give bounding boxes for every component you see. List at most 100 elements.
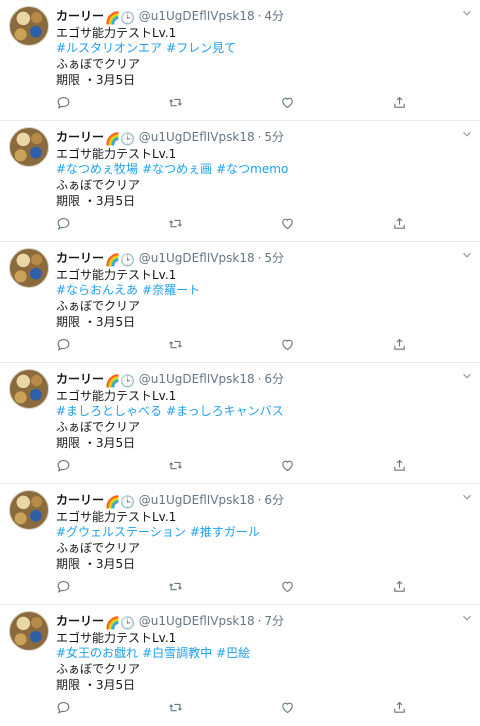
- reply-icon[interactable]: [56, 95, 72, 111]
- hashtag-link[interactable]: #ならおんえあ: [56, 283, 138, 297]
- timestamp[interactable]: 4分: [264, 9, 284, 23]
- tweet-text-line: 期限 ・3月5日: [56, 436, 136, 450]
- reply-icon[interactable]: [56, 337, 72, 353]
- reply-icon[interactable]: [56, 216, 72, 232]
- hashtag-link[interactable]: #なつめぇ牧場: [56, 162, 138, 176]
- separator-dot: ·: [257, 493, 262, 507]
- avatar[interactable]: [9, 6, 49, 46]
- chevron-down-icon[interactable]: [460, 489, 474, 503]
- display-name[interactable]: カーリー: [56, 9, 104, 23]
- like-icon[interactable]: [280, 216, 296, 232]
- hashtag-link[interactable]: #推すガール: [190, 525, 260, 539]
- tweet-text-line: 期限 ・3月5日: [56, 194, 136, 208]
- reply-icon[interactable]: [56, 579, 72, 595]
- hashtag-link[interactable]: #奈羅ート: [142, 283, 200, 297]
- user-handle[interactable]: @u1UgDEflIVpsk18: [139, 614, 255, 628]
- retweet-icon[interactable]: [168, 458, 184, 474]
- share-icon[interactable]: [392, 458, 408, 474]
- hashtag-link[interactable]: #なつめぇ画: [142, 162, 212, 176]
- timestamp[interactable]: 7分: [264, 614, 284, 628]
- tweet-text-line: エゴサ能力テストLv.1: [56, 510, 177, 524]
- reply-icon[interactable]: [56, 700, 72, 716]
- tweet[interactable]: カーリー🌈🕒 @u1UgDEflIVpsk18 · 6分 エゴサ能力テストLv.1 …: [0, 484, 480, 605]
- timestamp[interactable]: 5分: [264, 130, 284, 144]
- share-icon[interactable]: [392, 579, 408, 595]
- like-icon[interactable]: [280, 458, 296, 474]
- hashtag-link[interactable]: #白雪調教中: [142, 646, 212, 660]
- display-name[interactable]: カーリー: [56, 251, 104, 265]
- chevron-down-icon[interactable]: [460, 126, 474, 140]
- tweet[interactable]: カーリー🌈🕒 @u1UgDEflIVpsk18 · 4分 エゴサ能力テストLv.1 …: [0, 0, 480, 121]
- tweet-text-line: エゴサ能力テストLv.1: [56, 389, 177, 403]
- user-handle[interactable]: @u1UgDEflIVpsk18: [139, 251, 255, 265]
- hashtag-link[interactable]: #巴絵: [216, 646, 250, 660]
- avatar[interactable]: [9, 248, 49, 288]
- display-name[interactable]: カーリー: [56, 130, 104, 144]
- tweet[interactable]: カーリー🌈🕒 @u1UgDEflIVpsk18 · 6分 エゴサ能力テストLv.1 …: [0, 363, 480, 484]
- tweet-actions: [56, 458, 456, 474]
- hashtag-link[interactable]: #フレン見て: [166, 41, 236, 55]
- hashtag-link[interactable]: #ルスタリオンエア: [56, 41, 162, 55]
- display-name[interactable]: カーリー: [56, 493, 104, 507]
- tweet[interactable]: カーリー🌈🕒 @u1UgDEflIVpsk18 · 7分 エゴサ能力テストLv.1 …: [0, 605, 480, 726]
- retweet-icon[interactable]: [168, 95, 184, 111]
- tweet-actions: [56, 700, 456, 716]
- share-icon[interactable]: [392, 337, 408, 353]
- retweet-icon[interactable]: [168, 700, 184, 716]
- share-icon[interactable]: [392, 95, 408, 111]
- hashtag-link[interactable]: #女王のお戯れ: [56, 646, 138, 660]
- hashtag-link[interactable]: #まっしろキャンバス: [166, 404, 284, 418]
- hashtag-link[interactable]: #ましろとしゃべる: [56, 404, 162, 418]
- tweet-text-line: ふぁぼでクリア: [56, 541, 141, 555]
- tweet-text-line: エゴサ能力テストLv.1: [56, 631, 177, 645]
- hashtag-line: #女王のお戯れ #白雪調教中 #巴絵: [56, 645, 254, 661]
- chevron-down-icon[interactable]: [460, 610, 474, 624]
- like-icon[interactable]: [280, 95, 296, 111]
- tweet-header: カーリー🌈🕒 @u1UgDEflIVpsk18 · 7分: [56, 612, 450, 630]
- tweet-text-line: ふぁぼでクリア: [56, 178, 141, 192]
- chevron-down-icon[interactable]: [460, 368, 474, 382]
- tweet-text-line: エゴサ能力テストLv.1: [56, 147, 177, 161]
- tweet-text-line: エゴサ能力テストLv.1: [56, 26, 177, 40]
- timestamp[interactable]: 6分: [264, 493, 284, 507]
- like-icon[interactable]: [280, 700, 296, 716]
- tweet[interactable]: カーリー🌈🕒 @u1UgDEflIVpsk18 · 5分 エゴサ能力テストLv.1 …: [0, 242, 480, 363]
- retweet-icon[interactable]: [168, 579, 184, 595]
- tweet-text-line: 期限 ・3月5日: [56, 557, 136, 571]
- tweet-text-line: エゴサ能力テストLv.1: [56, 268, 177, 282]
- separator-dot: ·: [257, 614, 262, 628]
- tweet-text-line: 期限 ・3月5日: [56, 678, 136, 692]
- display-name[interactable]: カーリー: [56, 372, 104, 386]
- hashtag-link[interactable]: #グウェルステーション: [56, 525, 186, 539]
- retweet-icon[interactable]: [168, 216, 184, 232]
- timestamp[interactable]: 6分: [264, 372, 284, 386]
- chevron-down-icon[interactable]: [460, 247, 474, 261]
- tweet[interactable]: カーリー🌈🕒 @u1UgDEflIVpsk18 · 5分 エゴサ能力テストLv.1 …: [0, 121, 480, 242]
- tweet-actions: [56, 216, 456, 232]
- separator-dot: ·: [257, 130, 262, 144]
- avatar[interactable]: [9, 127, 49, 167]
- reply-icon[interactable]: [56, 458, 72, 474]
- retweet-icon[interactable]: [168, 337, 184, 353]
- avatar[interactable]: [9, 369, 49, 409]
- user-handle[interactable]: @u1UgDEflIVpsk18: [139, 372, 255, 386]
- user-handle[interactable]: @u1UgDEflIVpsk18: [139, 493, 255, 507]
- hashtag-line: #グウェルステーション #推すガール: [56, 524, 264, 540]
- tweet-text-line: 期限 ・3月5日: [56, 315, 136, 329]
- tweet-text-line: ふぁぼでクリア: [56, 420, 141, 434]
- like-icon[interactable]: [280, 579, 296, 595]
- like-icon[interactable]: [280, 337, 296, 353]
- timestamp[interactable]: 5分: [264, 251, 284, 265]
- avatar[interactable]: [9, 611, 49, 651]
- display-name[interactable]: カーリー: [56, 614, 104, 628]
- avatar[interactable]: [9, 490, 49, 530]
- chevron-down-icon[interactable]: [460, 5, 474, 19]
- tweet-actions: [56, 579, 456, 595]
- user-handle[interactable]: @u1UgDEflIVpsk18: [139, 9, 255, 23]
- tweet-header: カーリー🌈🕒 @u1UgDEflIVpsk18 · 4分: [56, 7, 450, 25]
- share-icon[interactable]: [392, 700, 408, 716]
- hashtag-link[interactable]: #なつmemo: [216, 162, 288, 176]
- share-icon[interactable]: [392, 216, 408, 232]
- separator-dot: ·: [257, 372, 262, 386]
- user-handle[interactable]: @u1UgDEflIVpsk18: [139, 130, 255, 144]
